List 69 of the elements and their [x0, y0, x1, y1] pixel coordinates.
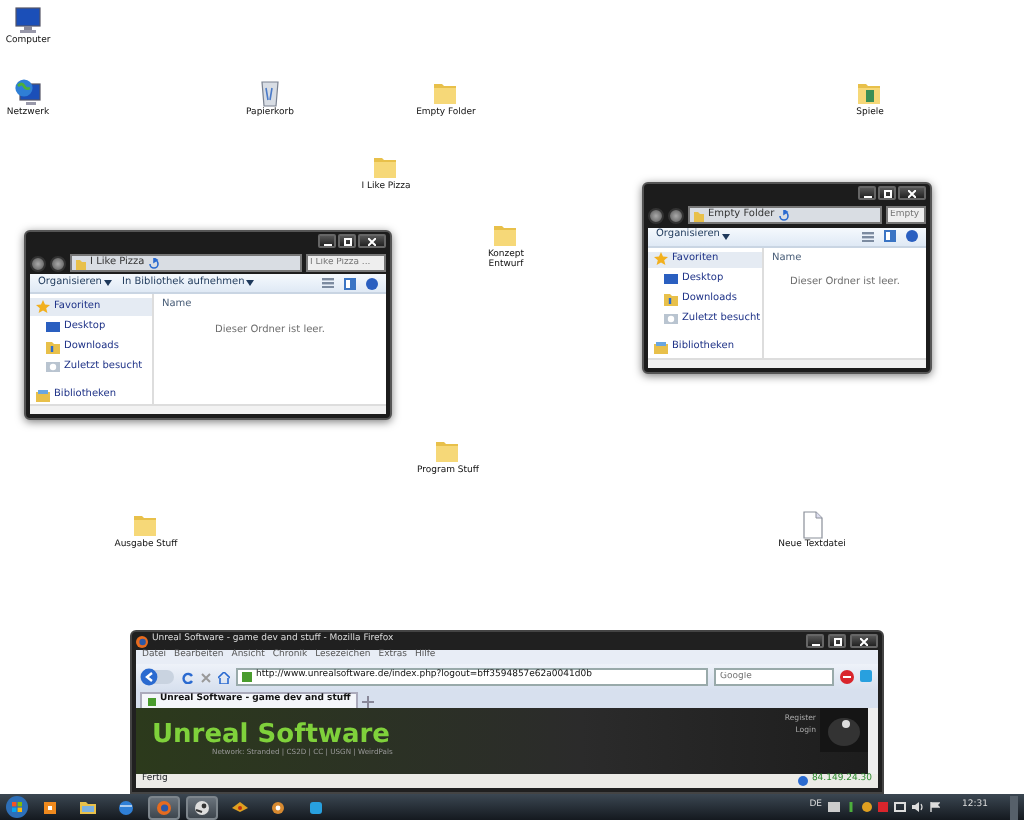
close-button[interactable] — [898, 186, 926, 201]
firefox-icon — [156, 799, 172, 815]
folder-icon — [664, 292, 678, 307]
view-options-icon[interactable] — [322, 278, 334, 289]
taskbar-button[interactable] — [186, 795, 218, 819]
refresh-icon[interactable] — [148, 257, 161, 270]
chat-icon — [308, 799, 324, 815]
monitor-icon — [46, 319, 60, 334]
forward-button[interactable] — [668, 207, 684, 224]
horizontal-scrollbar[interactable] — [30, 404, 386, 414]
library-icon — [654, 340, 668, 355]
vertical-scrollbar[interactable] — [868, 708, 878, 774]
start-button-icon[interactable] — [6, 796, 28, 818]
help-icon[interactable] — [366, 277, 378, 290]
horizontal-scrollbar[interactable] — [648, 358, 926, 369]
minimize-button[interactable] — [806, 634, 824, 648]
folder-icon — [76, 257, 86, 270]
folder-icon — [80, 799, 96, 815]
site-icon — [148, 697, 156, 705]
trash-icon[interactable] — [256, 78, 284, 108]
maximize-icon — [833, 637, 841, 645]
caret-icon — [246, 280, 255, 287]
minimize-button[interactable] — [858, 186, 876, 201]
star-icon — [36, 299, 50, 314]
back-forward-icon[interactable] — [140, 668, 176, 686]
site-icon — [242, 672, 252, 682]
clock-folder-icon — [46, 359, 60, 374]
globe-icon — [118, 799, 134, 815]
folder-icon — [694, 209, 704, 222]
close-icon — [908, 189, 916, 198]
media-player-icon — [42, 799, 58, 815]
minimize-button[interactable] — [318, 234, 336, 249]
new-tab-icon[interactable] — [362, 696, 375, 708]
game-icon — [232, 799, 248, 815]
maximize-icon — [343, 237, 351, 246]
forward-button[interactable] — [50, 255, 66, 272]
caret-icon — [103, 280, 112, 287]
adblock-icon[interactable] — [840, 670, 854, 684]
maximize-button[interactable] — [828, 634, 846, 648]
monitor-icon — [664, 272, 678, 287]
flag-icon[interactable] — [930, 802, 941, 812]
preview-pane-icon[interactable] — [884, 230, 896, 243]
back-button[interactable] — [30, 255, 46, 272]
caret-icon — [721, 233, 730, 240]
close-button[interactable] — [850, 634, 878, 648]
maximize-button[interactable] — [878, 186, 896, 201]
steam-icon — [194, 799, 210, 815]
computer-icon[interactable] — [14, 6, 42, 36]
maximize-icon — [883, 189, 891, 198]
folder-icon[interactable] — [856, 78, 884, 108]
maximize-button[interactable] — [338, 234, 356, 249]
close-icon — [368, 237, 376, 246]
back-button[interactable] — [648, 207, 664, 224]
clock-folder-icon — [664, 312, 678, 327]
view-options-icon[interactable] — [862, 231, 874, 242]
star-icon — [654, 252, 668, 267]
site-logo: Unreal Software — [152, 722, 390, 749]
close-icon — [860, 637, 868, 645]
help-icon[interactable] — [906, 230, 918, 243]
refresh-icon[interactable] — [778, 209, 791, 222]
volume-icon[interactable] — [912, 802, 925, 812]
home-icon[interactable] — [218, 671, 230, 683]
reload-icon[interactable] — [182, 671, 194, 683]
preview-pane-icon[interactable] — [344, 277, 356, 290]
mouse-artwork-icon — [820, 708, 868, 752]
library-icon — [36, 387, 50, 402]
firefox-logo-icon — [136, 635, 148, 647]
folder-icon — [46, 339, 60, 354]
close-button[interactable] — [358, 234, 386, 249]
